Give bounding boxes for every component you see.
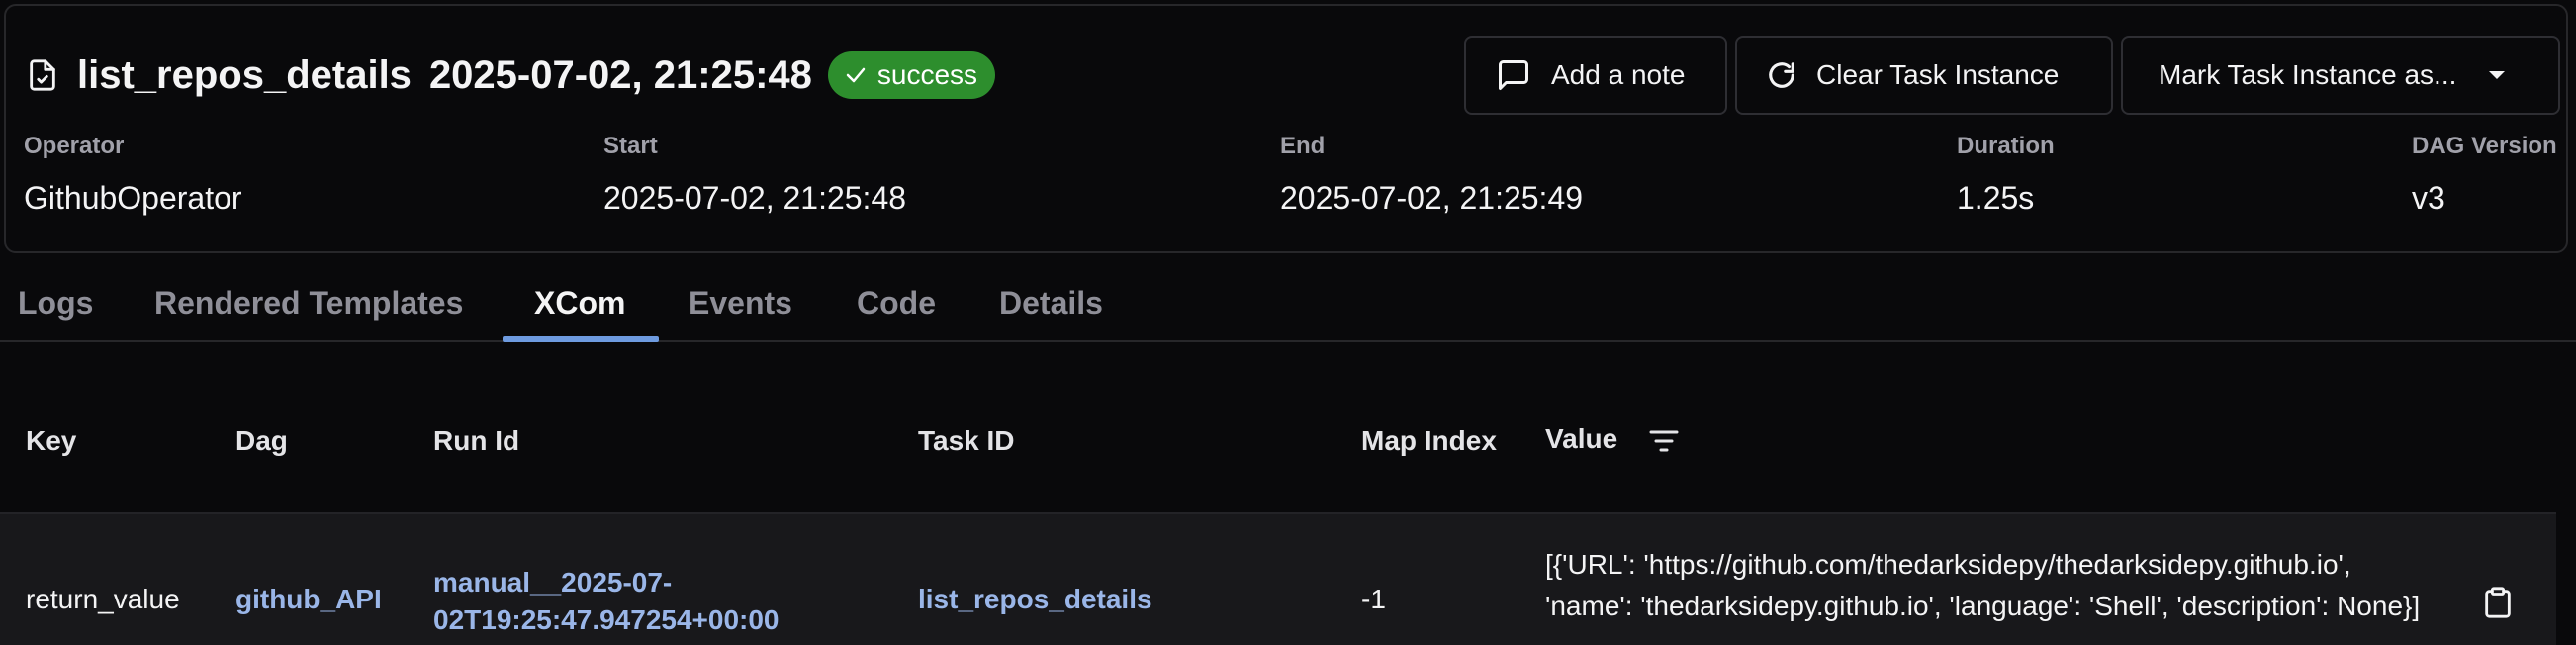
task-instance-tabs: Logs Rendered Templates XCom Events Code… [0,277,2576,342]
column-header-map-index[interactable]: Map Index [1361,425,1497,457]
task-file-check-icon [30,59,55,91]
title-row: list_repos_details 2025-07-02, 21:25:48 … [26,49,996,101]
xcom-value: [{'URL': 'https://github.com/thedarkside… [1545,549,2421,621]
tab-rendered-templates[interactable]: Rendered Templates [154,285,463,322]
run-id-link[interactable]: manual__2025-07- 02T19:25:47.947254+00:0… [433,564,780,639]
column-header-task-id[interactable]: Task ID [918,425,1015,457]
state-badge: success [827,51,996,99]
add-note-label: Add a note [1551,59,1686,90]
meta-start: Start 2025-07-02, 21:25:48 [603,133,906,217]
run-date: 2025-07-02, 21:25:48 [428,52,812,97]
meta-duration: Duration 1.25s [1957,133,2055,217]
xcom-key: return_value [26,584,180,614]
table-row: return_value github_API manual__2025-07-… [0,512,2556,645]
end-value: 2025-07-02, 21:25:49 [1280,180,1584,216]
start-value: 2025-07-02, 21:25:48 [603,180,907,216]
state-badge-label: success [876,59,978,90]
duration-label: Duration [1957,133,2055,159]
meta-dag-version: DAG Version v3 [2412,133,2557,217]
tab-details[interactable]: Details [999,285,1103,322]
operator-label: Operator [24,133,125,159]
tab-code[interactable]: Code [857,285,936,322]
end-label: End [1280,133,1326,159]
clear-task-instance-button[interactable]: Clear Task Instance [1735,36,2113,115]
tab-events[interactable]: Events [689,285,792,322]
dag-version-label: DAG Version [2412,133,2557,159]
meta-end: End 2025-07-02, 21:25:49 [1280,133,1583,217]
duration-value: 1.25s [1957,180,2035,216]
column-header-dag[interactable]: Dag [235,425,288,457]
add-note-button[interactable]: Add a note [1464,36,1727,115]
column-header-value[interactable]: Value [1545,423,1617,455]
operator-value: GithubOperator [24,180,242,216]
task-id-link[interactable]: list_repos_details [918,584,1152,615]
tab-logs[interactable]: Logs [18,285,93,322]
column-header-key[interactable]: Key [26,425,76,457]
mark-task-instance-label: Mark Task Instance as... [2159,59,2457,90]
map-index-value: -1 [1361,584,1386,614]
dag-version-value: v3 [2412,180,2445,216]
filter-icon[interactable] [1648,427,1680,455]
message-square-icon [1499,60,1528,90]
active-tab-indicator [503,336,659,342]
mark-task-instance-as-button[interactable]: Mark Task Instance as... [2121,36,2560,115]
column-header-run-id[interactable]: Run Id [433,425,519,457]
start-label: Start [603,133,658,159]
run-id-line-2: 02T19:25:47.947254+00:00 [433,604,780,635]
refresh-icon [1769,62,1794,88]
dag-link[interactable]: github_API [235,584,382,615]
meta-operator: Operator GithubOperator [24,133,242,217]
clear-task-instance-label: Clear Task Instance [1816,59,2060,90]
check-icon [846,67,866,83]
task-name: list_repos_details [77,52,412,97]
task-instance-header: list_repos_details 2025-07-02, 21:25:48 … [4,4,2568,253]
tab-xcom[interactable]: XCom [534,285,625,322]
caret-down-icon [2489,71,2506,79]
clipboard-copy-icon[interactable] [2481,584,2515,621]
run-id-line-1: manual__2025-07- [433,567,673,598]
